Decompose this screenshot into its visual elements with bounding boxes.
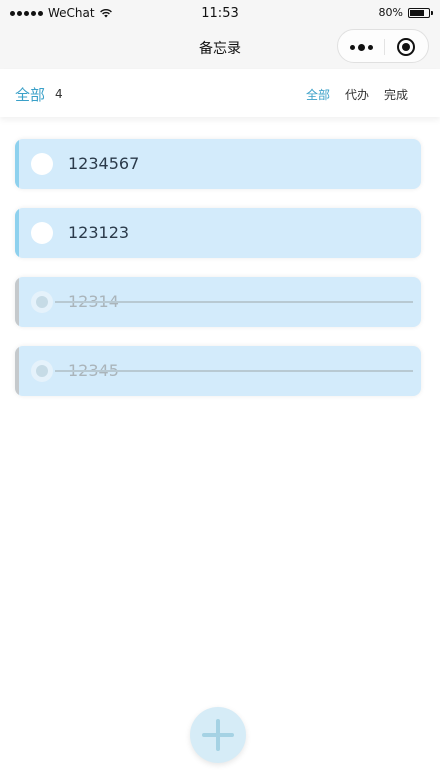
filter-tabs: 全部 代办 完成: [306, 86, 408, 103]
todo-checkbox[interactable]: [31, 222, 53, 244]
todo-count: 4: [55, 87, 63, 101]
todo-item[interactable]: 123123: [15, 208, 421, 258]
battery-icon: [408, 7, 433, 18]
strikethrough-line: [55, 301, 413, 303]
status-bar: WeChat 11:53 80%: [0, 0, 440, 28]
todo-checkbox[interactable]: [31, 153, 53, 175]
add-todo-button[interactable]: [190, 707, 246, 763]
strikethrough-line: [55, 370, 413, 372]
todo-status-bar: [15, 208, 19, 258]
nav-bar: 备忘录: [0, 28, 440, 69]
todo-checkbox[interactable]: [31, 360, 53, 382]
todo-status-bar: [15, 346, 19, 396]
more-dots-icon[interactable]: [350, 44, 373, 51]
tab-done[interactable]: 完成: [384, 86, 408, 103]
todo-list: 1234567 123123 12314 12345: [15, 139, 421, 415]
app-page: WeChat 11:53 80% 备忘录 全部 4 全部 代办 完成 12345…: [0, 0, 440, 782]
filter-bar: 全部 4 全部 代办 完成: [0, 69, 440, 117]
current-filter-label: 全部: [15, 86, 46, 104]
battery-level: [410, 9, 424, 16]
todo-status-bar: [15, 277, 19, 327]
plus-icon-vertical: [216, 719, 220, 751]
todo-checkbox[interactable]: [31, 291, 53, 313]
todo-item[interactable]: 1234567: [15, 139, 421, 189]
todo-text: 1234567: [68, 154, 140, 173]
todo-item[interactable]: 12345: [15, 346, 421, 396]
status-time: 11:53: [201, 6, 239, 21]
todo-item[interactable]: 12314: [15, 277, 421, 327]
todo-text: 123123: [68, 223, 130, 242]
close-target-icon[interactable]: [397, 38, 415, 56]
battery-percent: 80%: [378, 6, 403, 19]
capsule-divider: [384, 39, 385, 55]
status-right: 80%: [378, 6, 433, 19]
tab-todo[interactable]: 代办: [345, 86, 369, 103]
tab-all[interactable]: 全部: [306, 86, 330, 103]
todo-status-bar: [15, 139, 19, 189]
mini-program-capsule: [337, 29, 429, 63]
